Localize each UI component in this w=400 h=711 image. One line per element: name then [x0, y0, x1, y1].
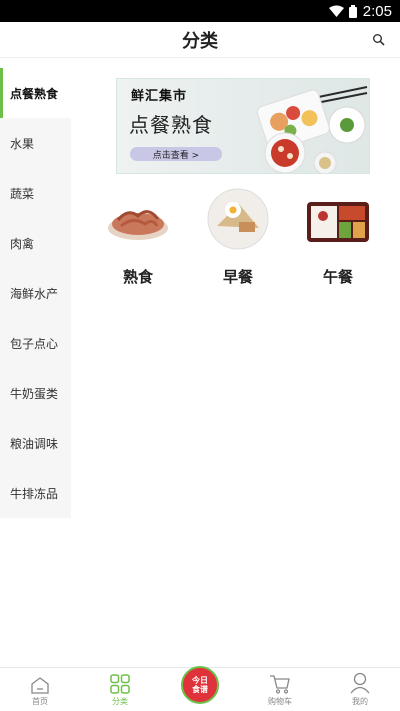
- subcategory-label: 熟食: [122, 268, 153, 286]
- tab-label: 首页: [32, 697, 48, 706]
- badge-line2: 食谱: [192, 685, 208, 694]
- home-icon: [31, 677, 49, 694]
- subcategory-deli[interactable]: 熟食: [93, 186, 183, 287]
- todays-recipe-badge: 今日 食谱: [181, 666, 219, 704]
- banner-brand: 鲜汇集市: [131, 89, 188, 104]
- badge-line1: 今日: [192, 676, 208, 685]
- sidebar-item-buns[interactable]: 包子点心: [0, 318, 71, 368]
- bottom-tab-bar: 首页 分类 今日 食谱 购物车 我的: [0, 666, 400, 711]
- sidebar-item-label: 水果: [10, 136, 35, 151]
- search-icon[interactable]: [372, 33, 386, 47]
- tab-label: 我的: [352, 697, 368, 706]
- food-plates-image: [256, 86, 368, 173]
- sidebar-item-meat[interactable]: 肉禽: [0, 218, 71, 268]
- tab-cart[interactable]: 购物车: [240, 668, 320, 711]
- breakfast-food-image: [207, 188, 269, 250]
- wifi-icon: [328, 5, 344, 17]
- tab-profile[interactable]: 我的: [320, 668, 400, 711]
- lunch-food-image: [307, 202, 369, 242]
- deli-food-image: [108, 210, 168, 240]
- page-title: 分类: [182, 30, 218, 52]
- promo-banner[interactable]: 鲜汇集市 点餐熟食 点击查看 >: [116, 78, 370, 174]
- battery-icon: [348, 4, 357, 18]
- status-bar: 2:05: [0, 0, 400, 22]
- category-sidebar: 点餐熟食 水果 蔬菜 肉禽 海鲜水产 包子点心 牛奶蛋类 粮油调味 牛排冻品: [0, 68, 71, 518]
- sidebar-item-label: 牛奶蛋类: [10, 386, 59, 401]
- sidebar-item-frozen[interactable]: 牛排冻品: [0, 468, 71, 518]
- tab-home[interactable]: 首页: [0, 668, 80, 711]
- banner-cta-button[interactable]: 点击查看 >: [130, 147, 222, 161]
- tab-category[interactable]: 分类: [80, 668, 160, 711]
- sidebar-item-label: 肉禽: [10, 236, 35, 251]
- tab-label: 分类: [112, 697, 128, 706]
- sidebar-item-label: 海鲜水产: [10, 286, 59, 301]
- cart-icon: [270, 675, 290, 694]
- sidebar-item-seafood[interactable]: 海鲜水产: [0, 268, 71, 318]
- tab-todays-recipe[interactable]: 今日 食谱: [160, 666, 240, 711]
- sidebar-item-label: 牛排冻品: [10, 486, 59, 501]
- tab-label: 购物车: [268, 697, 292, 706]
- subcategory-label: 午餐: [322, 268, 353, 286]
- sidebar-item-fruit[interactable]: 水果: [0, 118, 71, 168]
- status-time: 2:05: [362, 2, 392, 20]
- sidebar-item-label: 包子点心: [10, 336, 59, 351]
- grid-icon: [110, 674, 130, 694]
- subcategory-grid: 熟食 早餐 午餐: [93, 186, 383, 287]
- sidebar-item-vegetables[interactable]: 蔬菜: [0, 168, 71, 218]
- sidebar-item-label: 粮油调味: [10, 436, 59, 451]
- banner-title: 点餐熟食: [129, 113, 213, 137]
- sidebar-item-dairy-eggs[interactable]: 牛奶蛋类: [0, 368, 71, 418]
- header: 分类: [0, 22, 400, 58]
- subcategory-breakfast[interactable]: 早餐: [193, 186, 283, 287]
- sidebar-item-deli[interactable]: 点餐熟食: [0, 68, 71, 118]
- subcategory-label: 早餐: [222, 268, 253, 286]
- sidebar-item-label: 点餐熟食: [10, 86, 59, 101]
- sidebar-item-label: 蔬菜: [10, 186, 35, 201]
- user-icon: [350, 672, 370, 694]
- subcategory-lunch[interactable]: 午餐: [293, 186, 383, 287]
- status-icons: [328, 4, 357, 18]
- sidebar-item-grain-oil[interactable]: 粮油调味: [0, 418, 71, 468]
